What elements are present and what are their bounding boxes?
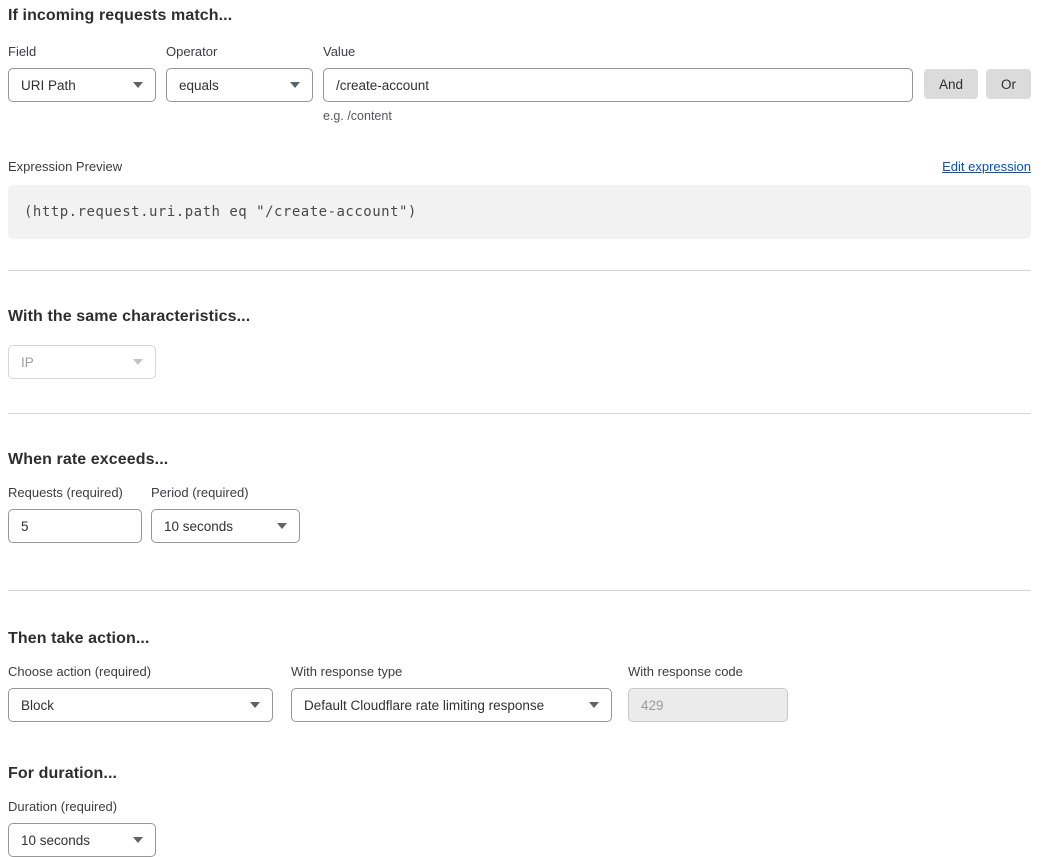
section-title-characteristics: With the same characteristics...	[8, 308, 1031, 326]
and-button[interactable]: And	[924, 69, 978, 99]
expression-preview-label: Expression Preview	[8, 159, 122, 174]
response-code-label: With response code	[628, 664, 788, 679]
section-title-duration: For duration...	[8, 765, 1031, 783]
operator-column: Operator equals	[166, 44, 313, 102]
requests-input[interactable]	[8, 509, 142, 543]
value-column: Value e.g. /content	[323, 44, 913, 123]
characteristic-select-value: IP	[21, 355, 34, 370]
rate-row: Requests (required) Period (required) 10…	[8, 485, 1031, 543]
period-select-value: 10 seconds	[164, 519, 233, 534]
requests-label: Requests (required)	[8, 485, 142, 500]
section-title-action: Then take action...	[8, 630, 1031, 648]
rate-limiting-rule-form: If incoming requests match... Field URI …	[0, 0, 1048, 857]
expression-preview-header: Expression Preview Edit expression	[8, 159, 1031, 174]
response-code-input	[628, 688, 788, 722]
section-same-characteristics: With the same characteristics... IP	[8, 308, 1031, 379]
section-for-duration: For duration... Duration (required) 10 s…	[8, 765, 1031, 857]
operator-select-value: equals	[179, 78, 219, 93]
response-type-label: With response type	[291, 664, 612, 679]
operator-select[interactable]: equals	[166, 68, 313, 102]
expression-preview-code: (http.request.uri.path eq "/create-accou…	[8, 185, 1031, 239]
response-code-column: With response code	[628, 664, 788, 722]
chevron-down-icon	[290, 82, 300, 88]
chevron-down-icon	[589, 702, 599, 708]
section-take-action: Then take action... Choose action (requi…	[8, 630, 1031, 722]
choose-action-select-value: Block	[21, 698, 54, 713]
response-type-select[interactable]: Default Cloudflare rate limiting respons…	[291, 688, 612, 722]
chevron-down-icon	[133, 359, 143, 365]
field-select-value: URI Path	[21, 78, 76, 93]
period-label: Period (required)	[151, 485, 300, 500]
duration-label: Duration (required)	[8, 799, 1031, 814]
chevron-down-icon	[250, 702, 260, 708]
duration-column: Duration (required) 10 seconds	[8, 799, 1031, 857]
field-column: Field URI Path	[8, 44, 156, 102]
section-rate-exceeds: When rate exceeds... Requests (required)…	[8, 451, 1031, 543]
value-input[interactable]	[323, 68, 913, 102]
response-type-select-value: Default Cloudflare rate limiting respons…	[304, 698, 544, 713]
period-select[interactable]: 10 seconds	[151, 509, 300, 543]
action-row: Choose action (required) Block With resp…	[8, 664, 1031, 722]
section-title-rate: When rate exceeds...	[8, 451, 1031, 469]
match-condition-row: Field URI Path Operator equals Value e.g…	[8, 44, 1031, 123]
or-button[interactable]: Or	[986, 69, 1031, 99]
value-label: Value	[323, 44, 913, 59]
field-select[interactable]: URI Path	[8, 68, 156, 102]
section-incoming-requests-match: If incoming requests match... Field URI …	[8, 7, 1031, 239]
chevron-down-icon	[133, 837, 143, 843]
duration-select[interactable]: 10 seconds	[8, 823, 156, 857]
choose-action-select[interactable]: Block	[8, 688, 273, 722]
section-title-match: If incoming requests match...	[8, 7, 1031, 25]
operator-label: Operator	[166, 44, 313, 59]
and-or-button-group: And Or	[924, 69, 1031, 99]
section-divider	[8, 413, 1031, 414]
response-type-column: With response type Default Cloudflare ra…	[291, 664, 612, 722]
field-label: Field	[8, 44, 156, 59]
value-helper-text: e.g. /content	[323, 109, 913, 123]
choose-action-column: Choose action (required) Block	[8, 664, 273, 722]
section-divider	[8, 270, 1031, 271]
section-divider	[8, 590, 1031, 591]
duration-select-value: 10 seconds	[21, 833, 90, 848]
chevron-down-icon	[277, 523, 287, 529]
period-column: Period (required) 10 seconds	[151, 485, 300, 543]
edit-expression-link[interactable]: Edit expression	[942, 159, 1031, 174]
requests-column: Requests (required)	[8, 485, 142, 543]
choose-action-label: Choose action (required)	[8, 664, 273, 679]
chevron-down-icon	[133, 82, 143, 88]
characteristic-select[interactable]: IP	[8, 345, 156, 379]
